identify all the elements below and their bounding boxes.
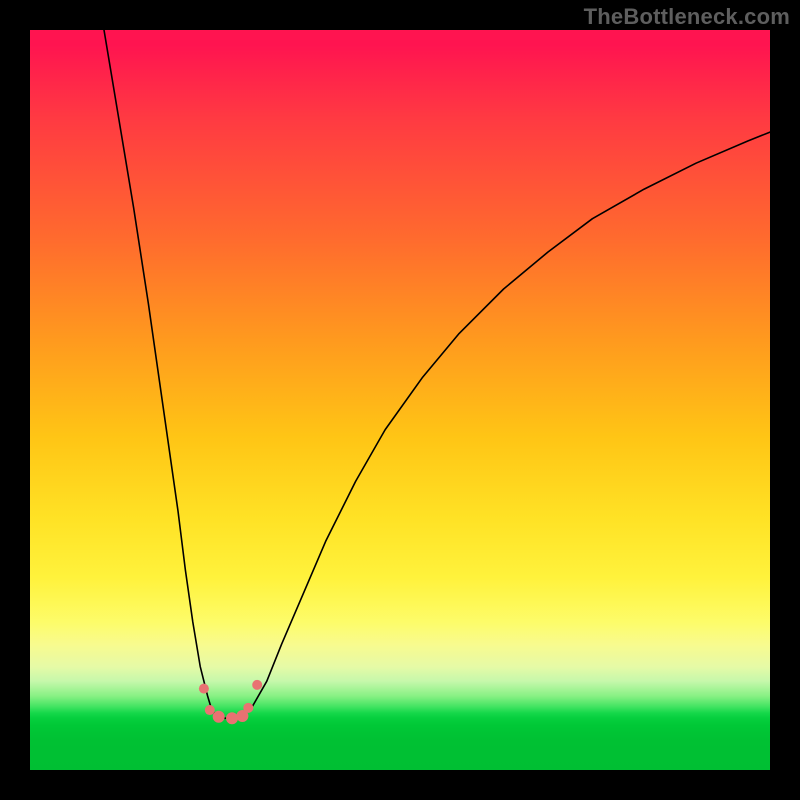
data-marker (243, 703, 253, 713)
data-marker (252, 680, 262, 690)
chart-frame: TheBottleneck.com (0, 0, 800, 800)
data-marker (199, 684, 209, 694)
curve-left (104, 30, 233, 718)
curve-group (104, 30, 770, 718)
data-marker (226, 712, 238, 724)
curve-right (233, 132, 770, 718)
chart-svg (30, 30, 770, 770)
data-marker (205, 705, 215, 715)
plot-area (30, 30, 770, 770)
watermark-text: TheBottleneck.com (584, 4, 790, 30)
data-marker (213, 711, 225, 723)
marker-group (199, 680, 262, 724)
